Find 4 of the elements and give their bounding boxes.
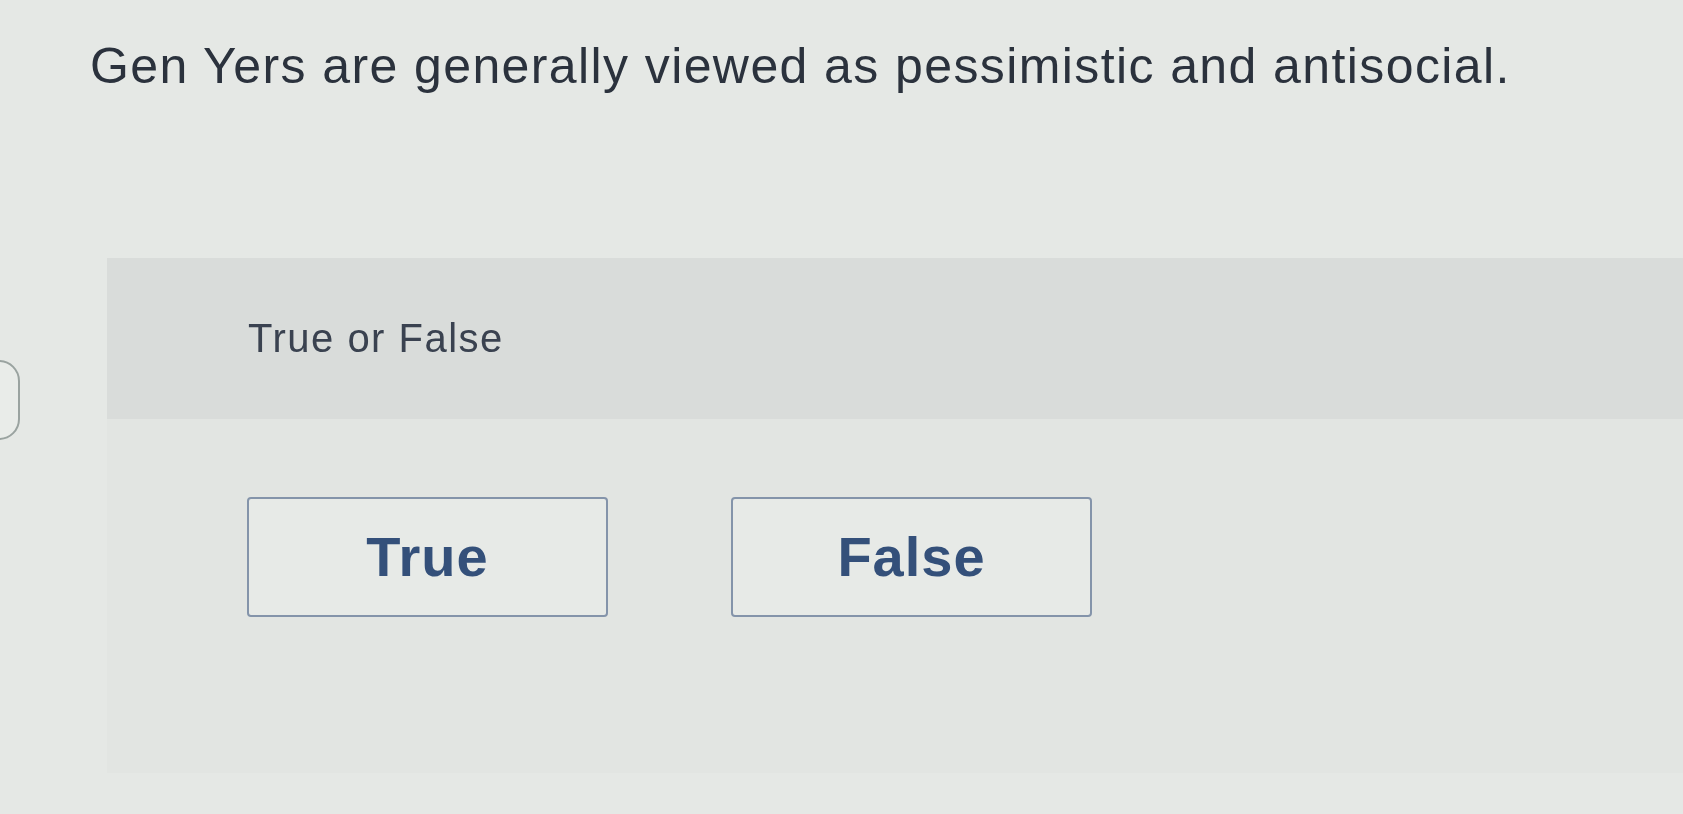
- prompt-text: True or False: [248, 315, 504, 362]
- answer-option-button[interactable]: False: [731, 497, 1092, 617]
- answer-option-button[interactable]: True: [247, 497, 608, 617]
- question-text: Gen Yers are generally viewed as pessimistic and antisocial.: [90, 37, 1511, 96]
